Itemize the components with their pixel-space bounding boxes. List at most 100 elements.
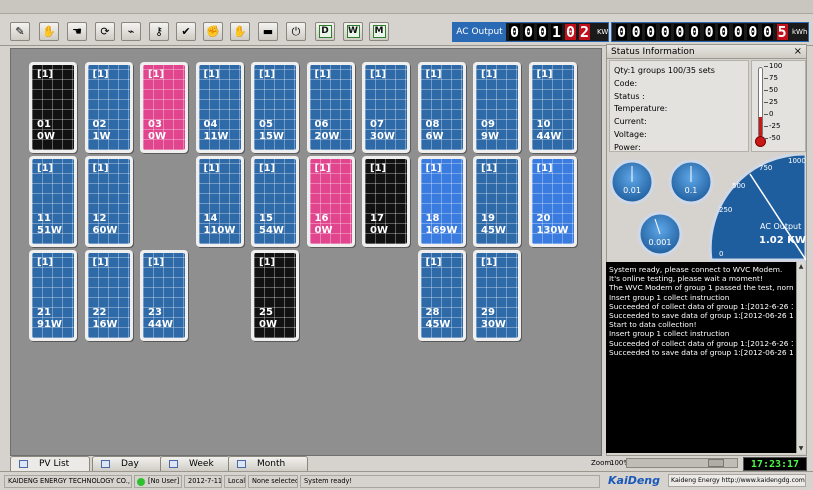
- power-icon: ⏻: [291, 25, 301, 38]
- tab-day-label: Day: [121, 459, 139, 469]
- pv-panel[interactable]: [1] 12 60W: [84, 156, 133, 247]
- log-line: Succeeded of collect data of group 1:[20…: [609, 338, 793, 348]
- refresh-button[interactable]: ⟳: [95, 22, 115, 41]
- pv-panel-number: 23: [148, 307, 162, 318]
- pv-panel-number: 03: [148, 119, 162, 130]
- pv-panel[interactable]: [1] 06 20W: [306, 62, 355, 153]
- pv-panel[interactable]: [1] 09 9W: [473, 62, 521, 153]
- pv-panel-power: 0W: [370, 225, 388, 236]
- gauge-ac-tick: 1000: [788, 157, 806, 165]
- pv-panel-qty: [1]: [37, 69, 54, 80]
- tab-pv-list[interactable]: PV List: [10, 456, 90, 471]
- power-button[interactable]: ⏻: [286, 22, 306, 41]
- pv-panel-qty: [1]: [148, 69, 165, 80]
- pv-panel-number: 28: [425, 307, 440, 318]
- gauge-small-2-value: 0.1: [685, 186, 698, 195]
- message-log[interactable]: System ready, please connect to WVC Mode…: [606, 262, 796, 453]
- pv-panel[interactable]: [1] 23 44W: [140, 250, 188, 341]
- log-scrollbar[interactable]: ▲ ▼: [796, 262, 805, 453]
- pv-panel[interactable]: [1] 10 44W: [528, 62, 577, 153]
- pv-panel-number: 19: [481, 213, 495, 224]
- gauge-ac-value: 1.02 KW: [759, 235, 806, 246]
- pv-panel[interactable]: [1] 03 0W: [140, 62, 188, 153]
- pv-panel-number: 04: [203, 119, 218, 130]
- pv-panel[interactable]: [1] 20 130W: [528, 156, 577, 247]
- status-header: Status Information ×: [607, 45, 806, 59]
- plug-button[interactable]: ⌁: [121, 22, 141, 41]
- pv-panel-number: 02: [92, 119, 107, 130]
- pv-panel[interactable]: [1] 18 169W: [417, 156, 466, 247]
- pv-panel[interactable]: [1] 07 30W: [362, 62, 410, 153]
- hands-button[interactable]: ✊: [203, 22, 223, 41]
- pv-panel-power: 11W: [203, 131, 229, 142]
- energy-digit: 0: [762, 23, 773, 41]
- ac-output-label: AC Output: [453, 23, 506, 41]
- status-title: Status Information: [611, 47, 695, 57]
- week-report-icon: W: [346, 25, 360, 38]
- pv-panel[interactable]: [1] 08 6W: [417, 62, 466, 153]
- pv-panel-power: 30W: [370, 131, 395, 142]
- month-report-button[interactable]: M: [369, 22, 389, 41]
- tab-week-label: Week: [189, 459, 214, 469]
- pv-panel-qty: [1]: [92, 257, 109, 268]
- wrench-button[interactable]: ✎: [10, 22, 30, 41]
- energy-digit: 0: [645, 23, 657, 41]
- close-icon[interactable]: ×: [794, 45, 802, 59]
- energy-digit: 0: [732, 23, 744, 41]
- plug-icon: ⌁: [127, 25, 135, 38]
- pv-panel[interactable]: [1] 22 16W: [84, 250, 133, 341]
- pv-panel-qty: [1]: [92, 69, 109, 80]
- gauge-area: 0.01 0.1 0.001 0 250 500 750 1000 AC Out…: [607, 152, 808, 262]
- gauge-ac-tick: 750: [759, 164, 772, 172]
- pv-panel[interactable]: [1] 05 15W: [251, 62, 299, 153]
- status-current: Current:: [614, 117, 647, 127]
- scroll-down-icon[interactable]: ▼: [797, 444, 805, 453]
- pv-panel[interactable]: [1] 28 45W: [417, 250, 466, 341]
- zoom-label: Zoom: [591, 459, 612, 467]
- pv-panel[interactable]: [1] 21 91W: [29, 250, 77, 341]
- gauge-small-3: 0.001: [637, 211, 683, 257]
- tab-day[interactable]: Day: [92, 456, 162, 471]
- pv-panel[interactable]: [1] 25 0W: [251, 250, 299, 341]
- pv-panel[interactable]: [1] 01 0W: [29, 62, 77, 153]
- tab-pv-list-label: PV List: [39, 459, 70, 469]
- hand-button[interactable]: ☚: [67, 22, 87, 41]
- pv-panel-number: 11: [37, 213, 51, 224]
- key-button[interactable]: ⚷: [149, 22, 169, 41]
- separator-button[interactable]: ▬: [258, 22, 278, 41]
- pv-panel[interactable]: [1] 17 0W: [362, 156, 410, 247]
- pv-panel-power: 0W: [37, 131, 55, 142]
- pv-panel[interactable]: [1] 19 45W: [473, 156, 521, 247]
- pv-panel[interactable]: [1] 29 30W: [473, 250, 521, 341]
- pv-panel[interactable]: [1] 04 11W: [195, 62, 244, 153]
- heart-hand-button[interactable]: ✋: [39, 22, 59, 41]
- day-report-button[interactable]: D: [315, 22, 335, 41]
- kaideng-logo: KaiDeng: [608, 474, 661, 487]
- thermo-tick: -25: [763, 122, 781, 130]
- pv-panel-qty: [1]: [259, 163, 276, 174]
- thermo-tick: 0: [763, 110, 774, 118]
- zoom-slider-thumb[interactable]: [708, 459, 724, 467]
- tab-week[interactable]: Week: [160, 456, 230, 471]
- pv-panel[interactable]: [1] 11 51W: [29, 156, 77, 247]
- scroll-up-icon[interactable]: ▲: [797, 262, 805, 271]
- zoom-slider[interactable]: [626, 458, 738, 468]
- pv-panel[interactable]: [1] 15 54W: [251, 156, 299, 247]
- tab-month[interactable]: Month: [228, 456, 308, 471]
- pv-panel-number: 01: [37, 119, 51, 130]
- pv-panel[interactable]: [1] 02 1W: [84, 62, 133, 153]
- pv-panel-qty: [1]: [370, 163, 387, 174]
- hand-stop-button[interactable]: ✋: [230, 22, 250, 41]
- week-report-button[interactable]: W: [343, 22, 363, 41]
- checkmark-button[interactable]: ✔: [176, 22, 196, 41]
- pv-panel-power: 51W: [37, 225, 62, 236]
- pv-panel-qty: [1]: [481, 163, 498, 174]
- thermo-tick: 100: [763, 62, 783, 70]
- energy-digit: 0: [659, 23, 671, 41]
- pv-panel-qty: [1]: [203, 69, 220, 80]
- pv-panel[interactable]: [1] 16 0W: [306, 156, 355, 247]
- pv-panel[interactable]: [1] 14 110W: [195, 156, 244, 247]
- hand-icon: ☚: [72, 25, 82, 38]
- pv-panel-number: 20: [536, 213, 551, 224]
- energy-digit: 0: [689, 23, 700, 41]
